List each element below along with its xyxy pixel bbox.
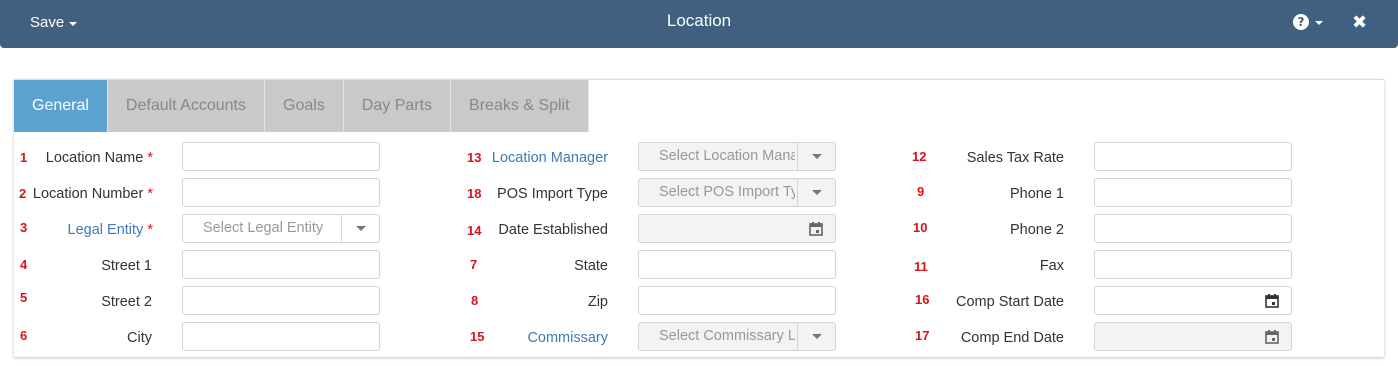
field-number: 2 (19, 186, 27, 201)
calendar-icon[interactable] (809, 222, 823, 236)
location-manager-select[interactable]: Select Location Mana (638, 142, 836, 171)
sales-tax-rate-input[interactable] (1094, 142, 1292, 171)
tab-goals[interactable]: Goals (265, 80, 344, 132)
zip-input[interactable] (638, 286, 836, 315)
location-name-label-text: Location Name (45, 150, 144, 166)
help-menu-button[interactable]: ? (1293, 14, 1323, 30)
state-input[interactable] (638, 250, 836, 279)
calendar-icon[interactable] (1265, 330, 1279, 344)
field-number: 17 (915, 328, 930, 343)
date-established-label: Date Established (498, 222, 608, 238)
caret-down-icon (811, 154, 822, 159)
phone2-label: Phone 2 (1009, 222, 1064, 238)
field-number: 14 (467, 223, 482, 238)
legal-entity-label: Legal Entity * (68, 222, 153, 238)
question-circle-icon: ? (1293, 14, 1309, 30)
commissary-link[interactable]: Commissary (527, 330, 608, 346)
field-number: 8 (471, 293, 479, 308)
location-number-label: Location Number * (33, 186, 153, 202)
field-number: 12 (912, 149, 927, 164)
legal-entity-select[interactable]: Select Legal Entity (182, 214, 380, 243)
caret-down-icon (811, 334, 822, 339)
field-number: 13 (467, 150, 482, 165)
field-number: 18 (467, 186, 482, 201)
date-established-input[interactable] (638, 214, 836, 243)
legal-entity-link[interactable]: Legal Entity (68, 222, 144, 238)
state-label: State (574, 258, 608, 274)
street1-input[interactable] (182, 250, 380, 279)
field-number: 1 (20, 150, 28, 165)
caret-down-icon (811, 190, 822, 195)
dropdown-toggle[interactable] (797, 143, 835, 170)
phone2-input[interactable] (1094, 214, 1292, 243)
city-label: City (127, 330, 152, 346)
field-number: 4 (20, 257, 28, 272)
tab-bar: General Default Accounts Goals Day Parts… (14, 80, 589, 132)
field-number: 7 (470, 257, 478, 272)
field-number: 16 (915, 292, 930, 307)
tab-day-parts[interactable]: Day Parts (343, 80, 452, 132)
pos-import-type-placeholder: Select POS Import Ty (659, 184, 795, 200)
fax-input[interactable] (1094, 250, 1292, 279)
location-manager-placeholder: Select Location Mana (659, 148, 795, 164)
sales-tax-rate-label: Sales Tax Rate (966, 150, 1064, 166)
location-name-label: Location Name * (46, 150, 153, 166)
field-number: 11 (914, 259, 928, 274)
dropdown-toggle[interactable] (797, 323, 835, 350)
field-number: 6 (20, 328, 28, 343)
dropdown-toggle[interactable] (341, 215, 379, 242)
pos-import-type-select[interactable]: Select POS Import Ty (638, 178, 836, 207)
field-number: 15 (470, 329, 485, 344)
legal-entity-placeholder: Select Legal Entity (203, 220, 324, 236)
zip-label: Zip (587, 294, 608, 310)
pos-import-type-label: POS Import Type (497, 186, 608, 202)
location-number-label-text: Location Number (32, 186, 144, 202)
field-number: 10 (913, 220, 928, 235)
calendar-icon[interactable] (1265, 294, 1279, 308)
chevron-down-icon (1315, 21, 1323, 25)
tab-default-accounts[interactable]: Default Accounts (107, 80, 265, 132)
location-name-input[interactable] (182, 142, 380, 171)
field-number: 5 (20, 290, 28, 305)
required-marker: * (147, 186, 153, 202)
location-number-input[interactable] (182, 178, 380, 207)
comp-end-date-label: Comp End Date (960, 330, 1064, 346)
phone1-label: Phone 1 (1009, 186, 1064, 202)
field-number: 9 (917, 184, 925, 199)
street2-label: Street 2 (101, 294, 152, 310)
caret-down-icon (355, 226, 366, 231)
page-title: Location (666, 11, 732, 30)
commissary-select[interactable]: Select Commissary L (638, 322, 836, 351)
top-bar: Save Location ? ✖ (0, 0, 1398, 48)
comp-start-date-label: Comp Start Date (956, 294, 1064, 310)
required-marker: * (147, 222, 153, 238)
fax-label: Fax (1039, 258, 1064, 274)
field-number: 3 (20, 220, 28, 235)
location-manager-link[interactable]: Location Manager (492, 150, 608, 166)
tab-breaks-split[interactable]: Breaks & Split (451, 80, 589, 132)
commissary-placeholder: Select Commissary L (659, 328, 795, 344)
tab-general[interactable]: General (14, 80, 108, 132)
close-icon[interactable]: ✖ (1352, 12, 1367, 33)
phone1-input[interactable] (1094, 178, 1292, 207)
dropdown-toggle[interactable] (797, 179, 835, 206)
street2-input[interactable] (182, 286, 380, 315)
city-input[interactable] (182, 322, 380, 351)
required-marker: * (147, 150, 153, 166)
comp-end-date-input[interactable] (1094, 322, 1292, 351)
street1-label: Street 1 (101, 258, 152, 274)
comp-start-date-input[interactable] (1094, 286, 1292, 315)
